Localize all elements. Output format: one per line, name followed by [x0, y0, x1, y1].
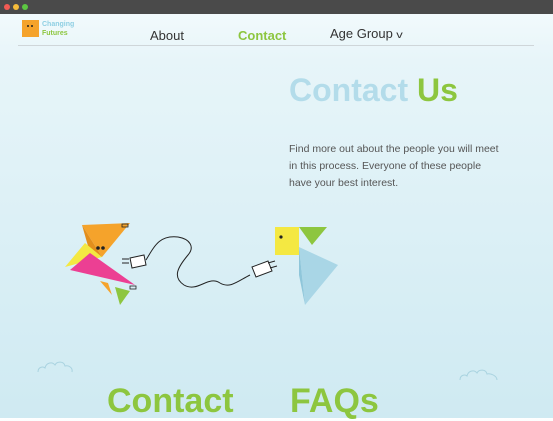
header-divider — [18, 45, 534, 46]
cloud-decoration-right — [459, 369, 498, 381]
chevron-down-icon: v — [396, 30, 403, 41]
section-contact-heading: Contact — [107, 382, 234, 420]
window-titlebar — [0, 0, 553, 14]
logo-line-2: Futures — [42, 30, 68, 37]
close-window-button[interactable] — [4, 4, 10, 10]
page-title-part1: Contact — [289, 72, 409, 108]
minimize-window-button[interactable] — [13, 4, 19, 10]
nav-about-link[interactable]: About — [150, 28, 184, 43]
site-logo[interactable]: Changing Futures — [22, 20, 74, 38]
nav-age-group-dropdown[interactable]: Age Group v — [330, 26, 403, 41]
maximize-window-button[interactable] — [22, 4, 28, 10]
page-title: Contact Us — [289, 72, 458, 109]
nav-contact-link[interactable]: Contact — [238, 28, 286, 43]
section-faqs-heading: FAQs — [290, 382, 379, 420]
page-description: Find more out about the people you will … — [289, 142, 499, 189]
logo-line-1: Changing — [42, 21, 75, 28]
nav-age-group-label: Age Group — [330, 26, 393, 41]
cloud-decoration-left — [37, 361, 73, 373]
page-title-part2: Us — [417, 72, 458, 108]
logo-mascot-icon — [22, 20, 39, 37]
plug-characters-illustration — [65, 223, 338, 305]
logo-text: Changing Futures — [42, 20, 74, 38]
